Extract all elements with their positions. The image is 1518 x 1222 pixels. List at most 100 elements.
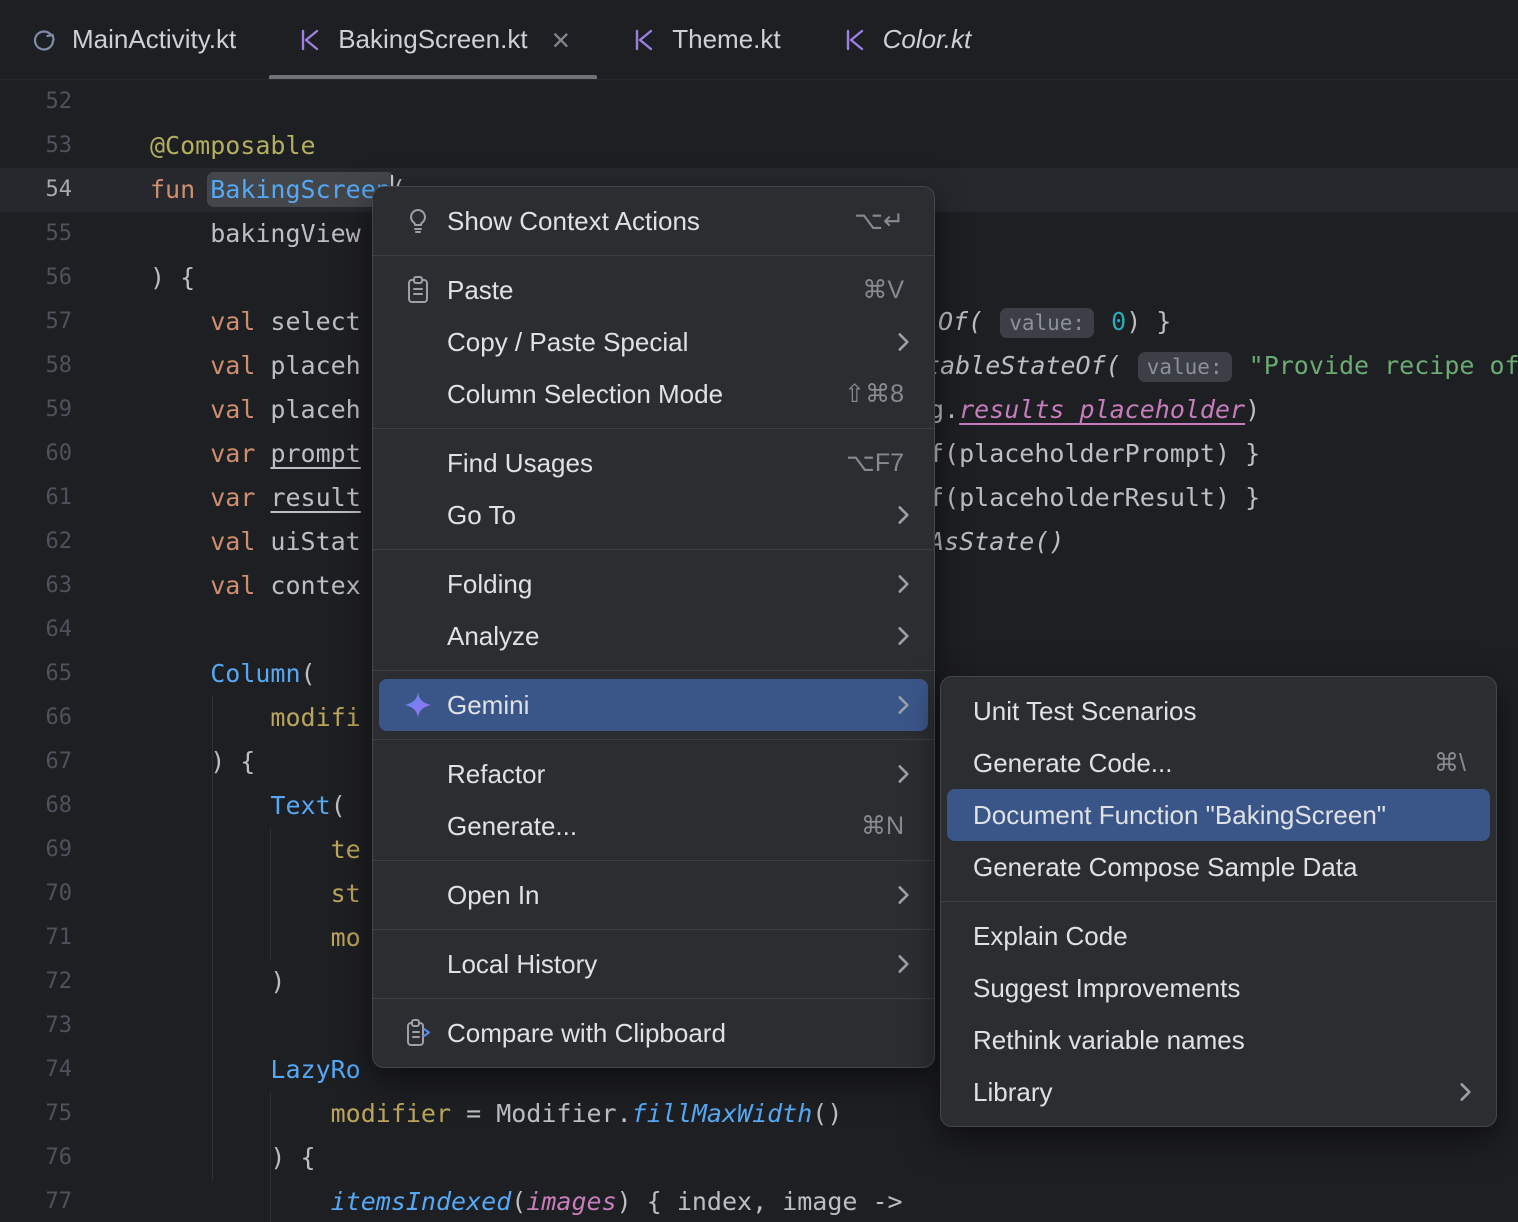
- submenu-item-unit-test-scenarios[interactable]: Unit Test Scenarios: [947, 685, 1490, 737]
- line-number[interactable]: 74: [0, 1048, 73, 1092]
- code-token: val: [210, 395, 256, 424]
- code-text-continuation: Of( value: 0) }: [938, 300, 1171, 344]
- line-number[interactable]: 62: [0, 520, 73, 564]
- submenu-arrow-icon: [890, 882, 916, 908]
- menu-item-gemini[interactable]: Gemini: [379, 679, 928, 731]
- line-number[interactable]: 76: [0, 1136, 73, 1180]
- code-text: val contex: [150, 564, 361, 608]
- submenu-item-generate-compose-sample-data[interactable]: Generate Compose Sample Data: [947, 841, 1490, 893]
- code-token: BakingScreen: [210, 175, 391, 204]
- menu-item-show-context-actions[interactable]: Show Context Actions ⌥↵: [379, 195, 928, 247]
- editor-line-52[interactable]: 52: [0, 80, 1518, 124]
- line-number[interactable]: 66: [0, 696, 73, 740]
- code-text: st: [150, 872, 361, 916]
- code-token: (: [330, 791, 346, 820]
- menu-item-label: Copy / Paste Special: [447, 326, 689, 357]
- code-token: 0: [1111, 307, 1127, 336]
- menu-item-label: Paste: [447, 274, 514, 305]
- line-number[interactable]: 65: [0, 652, 73, 696]
- code-text: ) {: [150, 1136, 315, 1180]
- code-token: Text: [270, 791, 331, 820]
- code-token: uiStat: [255, 527, 361, 556]
- line-number[interactable]: 57: [0, 300, 73, 344]
- menu-item-go-to[interactable]: Go To: [379, 489, 928, 541]
- menu-item-generate[interactable]: Generate... ⌘N: [379, 800, 928, 852]
- code-token: = Modifier.: [451, 1099, 632, 1128]
- menu-item-open-in[interactable]: Open In: [379, 869, 928, 921]
- tab-mainactivity-kt[interactable]: MainActivity.kt: [0, 0, 266, 79]
- menu-item-compare-with-clipboard[interactable]: Compare with Clipboard: [379, 1007, 928, 1059]
- line-number[interactable]: 61: [0, 476, 73, 520]
- line-number[interactable]: 72: [0, 960, 73, 1004]
- submenu-item-document-function-bakingscreen[interactable]: Document Function "BakingScreen": [947, 789, 1490, 841]
- submenu-item-explain-code[interactable]: Explain Code: [947, 910, 1490, 962]
- menu-item-folding[interactable]: Folding: [379, 558, 928, 610]
- tab-close-icon[interactable]: ×: [552, 24, 571, 56]
- submenu-item-rethink-variable-names[interactable]: Rethink variable names: [947, 1014, 1490, 1066]
- line-number[interactable]: 67: [0, 740, 73, 784]
- submenu-item-generate-code[interactable]: Generate Code... ⌘\: [947, 737, 1490, 789]
- editor-line-77[interactable]: 77 itemsIndexed(images) { index, image -…: [0, 1180, 1518, 1222]
- line-number[interactable]: 52: [0, 80, 73, 124]
- submenu-item-library[interactable]: Library: [947, 1066, 1490, 1118]
- menu-item-column-selection-mode[interactable]: Column Selection Mode ⇧⌘8: [379, 368, 928, 420]
- line-number[interactable]: 75: [0, 1092, 73, 1136]
- menu-item-find-usages[interactable]: Find Usages ⌥F7: [379, 437, 928, 489]
- line-number[interactable]: 70: [0, 872, 73, 916]
- menu-separator: [373, 860, 934, 861]
- code-token: ) {: [150, 263, 196, 292]
- line-number[interactable]: 71: [0, 916, 73, 960]
- menu-item-label: Analyze: [447, 620, 540, 651]
- menu-item-local-history[interactable]: Local History: [379, 938, 928, 990]
- tab-label: MainActivity.kt: [72, 24, 237, 54]
- tab-theme-kt[interactable]: Theme.kt: [600, 0, 810, 79]
- shortcut-label: ⌥F7: [846, 449, 904, 477]
- menu-item-label: Generate Code...: [973, 747, 1173, 778]
- tab-color-kt[interactable]: Color.kt: [811, 0, 1002, 79]
- line-number[interactable]: 60: [0, 432, 73, 476]
- kotlin-file-icon: [841, 26, 869, 54]
- editor-line-53[interactable]: 53 @Composable: [0, 124, 1518, 168]
- menu-separator: [373, 998, 934, 999]
- code-token: ) {: [150, 747, 256, 776]
- submenu-item-suggest-improvements[interactable]: Suggest Improvements: [947, 962, 1490, 1014]
- line-number[interactable]: 68: [0, 784, 73, 828]
- line-number[interactable]: 63: [0, 564, 73, 608]
- menu-item-paste[interactable]: Paste ⌘V: [379, 264, 928, 316]
- menu-item-analyze[interactable]: Analyze: [379, 610, 928, 662]
- menu-item-label: Open In: [447, 879, 540, 910]
- line-number[interactable]: 77: [0, 1180, 73, 1222]
- code-text: modifier = Modifier.fillMaxWidth(): [150, 1092, 843, 1136]
- line-number[interactable]: 73: [0, 1004, 73, 1048]
- menu-item-label: Generate Compose Sample Data: [973, 851, 1358, 882]
- line-number[interactable]: 64: [0, 608, 73, 652]
- line-number[interactable]: 56: [0, 256, 73, 300]
- menu-item-label: Folding: [447, 568, 533, 599]
- line-number[interactable]: 53: [0, 124, 73, 168]
- menu-separator: [941, 901, 1496, 902]
- line-number[interactable]: 54: [0, 168, 73, 212]
- code-token: var: [210, 439, 256, 468]
- editor-line-76[interactable]: 76 ) {: [0, 1136, 1518, 1180]
- line-number[interactable]: 69: [0, 828, 73, 872]
- code-text-continuation: tableStateOf( value: "Provide recipe of: [925, 344, 1518, 388]
- code-token: te: [150, 835, 361, 864]
- menu-item-refactor[interactable]: Refactor: [379, 748, 928, 800]
- code-token: modifier: [330, 1099, 452, 1128]
- line-number[interactable]: 58: [0, 344, 73, 388]
- code-token: (: [511, 1187, 527, 1216]
- code-token: mo: [150, 923, 361, 952]
- menu-item-label: Explain Code: [973, 920, 1128, 951]
- tab-bakingscreen-kt[interactable]: BakingScreen.kt ×: [266, 0, 600, 79]
- line-number[interactable]: 59: [0, 388, 73, 432]
- menu-item-label: Local History: [447, 948, 598, 979]
- menu-item-copy-paste-special[interactable]: Copy / Paste Special: [379, 316, 928, 368]
- code-text-continuation: f(placeholderPrompt) }: [929, 432, 1260, 476]
- line-number[interactable]: 55: [0, 212, 73, 256]
